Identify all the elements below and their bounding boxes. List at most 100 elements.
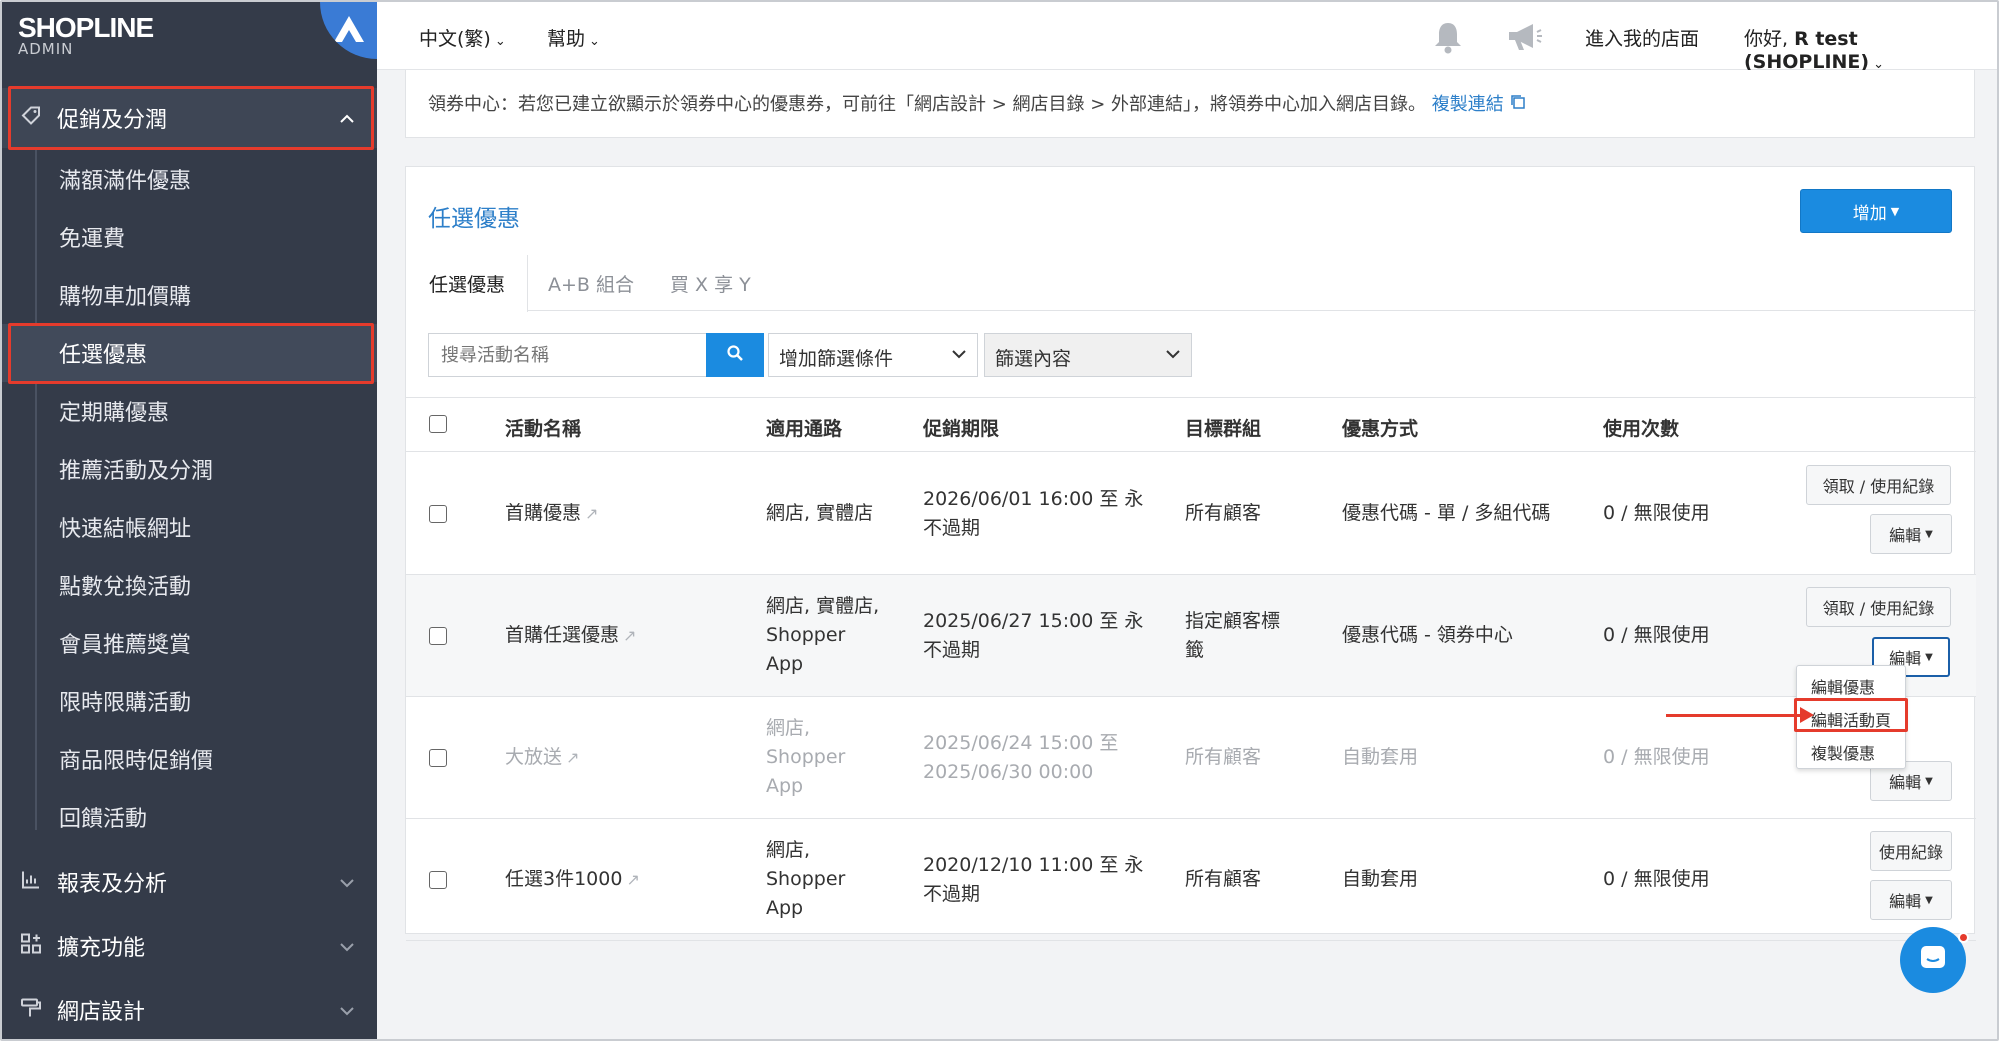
edit-button[interactable]: 編輯 ▼ [1870,514,1952,554]
sidebar-item-addon[interactable]: 購物車加價購 [2,266,377,324]
chevron-down-icon [339,1000,355,1021]
row-checkbox[interactable] [429,505,447,523]
sidebar-item-flash-sale[interactable]: 限時限購活動 [2,672,377,730]
notice-text: 領券中心：若您已建立欲顯示於領券中心的優惠券，可前往「網店設計 > 網店目錄 >… [428,94,1427,115]
table-row: 首購任選優惠 ↗ 網店, 實體店, Shopper App 2025/06/27 … [406,575,1976,697]
select-all-checkbox[interactable] [429,415,447,433]
language-menu[interactable]: 中文(繁) ⌄ [419,24,506,51]
menu-item-edit-promo[interactable]: 編輯優惠 [1797,668,1907,700]
promo-name-link[interactable]: 首購優惠 ↗ [505,499,598,528]
chevron-down-icon [951,344,967,363]
chat-icon [1918,943,1948,977]
row-checkbox[interactable] [429,627,447,645]
sidebar-item-quick-checkout[interactable]: 快速結帳網址 [2,498,377,556]
channel: 網店, 實體店 [766,502,874,524]
sidebar-section-reports[interactable]: 報表及分析 [2,852,377,912]
arrowhead-icon [1800,707,1814,723]
logo-mark-icon [320,2,377,59]
user-menu[interactable]: 你好, R test (SHOPLINE) ⌄ [1744,24,1997,73]
target: 指定顧客標 籤 [1185,610,1281,661]
chevron-down-icon: ⌄ [494,34,506,49]
tag-icon [20,105,42,132]
chat-button[interactable] [1900,927,1966,993]
external-link-icon: ↗ [623,626,637,645]
language-label: 中文(繁) [419,28,491,50]
row-checkbox[interactable] [429,749,447,767]
add-button[interactable]: 增加 ▼ [1800,189,1952,233]
promo-name: 首購任選優惠 [505,624,620,646]
external-link-icon: ↗ [566,748,580,767]
caret-down-icon: ▼ [1925,894,1933,906]
col-method: 優惠方式 [1342,418,1419,440]
copy-link[interactable]: 複製連結 [1432,94,1526,115]
chevron-down-icon [339,872,355,893]
sidebar-item-rebate[interactable]: 回饋活動 [2,788,377,846]
table-header: 活動名稱 適用通路 促銷期限 目標群組 優惠方式 使用次數 [406,397,1976,452]
chevron-down-icon [339,936,355,957]
tab-ab-combo[interactable]: A+B 組合 [526,255,656,312]
search-input[interactable] [428,333,706,377]
promo-name-link[interactable]: 任選3件1000 ↗ [505,865,640,894]
period: 2025/06/27 15:00 至 永 不過期 [923,610,1144,661]
sidebar-section-label: 報表及分析 [57,872,168,897]
period: 2020/12/10 11:00 至 永 不過期 [923,854,1144,905]
table-row: 首購優惠 ↗ 網店, 實體店 2026/06/01 16:00 至 永 不過期 所… [406,453,1976,575]
sidebar-item-member-referral[interactable]: 會員推薦獎賞 [2,614,377,672]
caret-down-icon: ▼ [1925,651,1933,663]
sidebar-item-free-shipping[interactable]: 免運費 [2,208,377,266]
sidebar-section-label: 擴充功能 [57,936,146,961]
sidebar-section-design[interactable]: 網店設計 [2,980,377,1039]
sidebar-item-full-discount[interactable]: 滿額滿件優惠 [2,150,377,208]
add-button-label: 增加 [1852,203,1887,224]
sidebar-section-label: 網店設計 [57,1000,146,1025]
annotation-arrow [1666,714,1806,717]
usage-record-button[interactable]: 領取 / 使用紀錄 [1806,465,1951,505]
col-usage: 使用次數 [1603,418,1680,440]
megaphone-icon[interactable] [1505,20,1543,62]
sidebar-item-timed-price[interactable]: 商品限時促銷價 [2,730,377,788]
method: 自動套用 [1342,746,1419,768]
tab-buy-x-get-y[interactable]: 買 X 享 Y [648,255,773,312]
sidebar-section-extensions[interactable]: 擴充功能 [2,916,377,976]
promo-name: 首購優惠 [505,502,582,524]
sidebar-item-points[interactable]: 點數兌換活動 [2,556,377,614]
usage-record-button[interactable]: 使用紀錄 [1870,831,1952,871]
main-content: 領券中心：若您已建立欲顯示於領券中心的優惠券，可前往「網店設計 > 網店目錄 >… [377,70,1997,1039]
sidebar-item-bundle[interactable]: 任選優惠 [2,324,377,382]
target: 所有顧客 [1185,502,1262,524]
search-button[interactable] [706,333,764,377]
edit-label: 編輯 [1889,892,1922,911]
app-window: SHOPLINE ADMIN 促銷及分潤 滿額滿件優惠 免運費 購物車加價購 任… [0,0,1999,1041]
visit-store-link[interactable]: 進入我的店面 [1585,24,1699,51]
promo-name-link[interactable]: 首購任選優惠 ↗ [505,621,636,650]
usage: 0 / 無限使用 [1603,868,1710,890]
sidebar-section-promo[interactable]: 促銷及分潤 [2,88,377,148]
period: 2026/06/01 16:00 至 永 不過期 [923,488,1144,539]
sidebar-item-referral[interactable]: 推薦活動及分潤 [2,440,377,498]
method: 優惠代碼 - 單 / 多組代碼 [1342,502,1551,524]
caret-down-icon: ▼ [1890,204,1900,218]
usage-record-button[interactable]: 領取 / 使用紀錄 [1806,587,1951,627]
filter-content-select[interactable]: 篩選內容 [984,333,1192,377]
sidebar-item-subscription[interactable]: 定期購優惠 [2,382,377,440]
bell-icon[interactable] [1432,20,1464,62]
paint-roller-icon [20,997,42,1024]
menu-item-duplicate[interactable]: 複製優惠 [1797,734,1907,766]
edit-button[interactable]: 編輯 ▼ [1870,880,1952,920]
row-checkbox[interactable] [429,871,447,889]
promo-name-link[interactable]: 大放送 ↗ [505,743,579,772]
col-channel: 適用通路 [766,418,843,440]
edit-label: 編輯 [1889,526,1922,545]
col-target: 目標群組 [1185,418,1262,440]
help-menu[interactable]: 幫助 ⌄ [547,24,600,51]
sidebar-section-label: 促銷及分潤 [57,108,168,133]
tab-bundle[interactable]: 任選優惠 [406,255,529,312]
promo-name: 大放送 [505,746,563,768]
greeting-prefix: 你好, [1744,28,1795,50]
channel: 網店, 實體店, Shopper App [766,595,880,675]
usage: 0 / 無限使用 [1603,624,1710,646]
channel: 網店, Shopper App [766,717,846,797]
page-title: 任選優惠 [428,206,520,232]
filter-condition-select[interactable]: 增加篩選條件 [768,333,978,377]
usage: 0 / 無限使用 [1603,746,1710,768]
